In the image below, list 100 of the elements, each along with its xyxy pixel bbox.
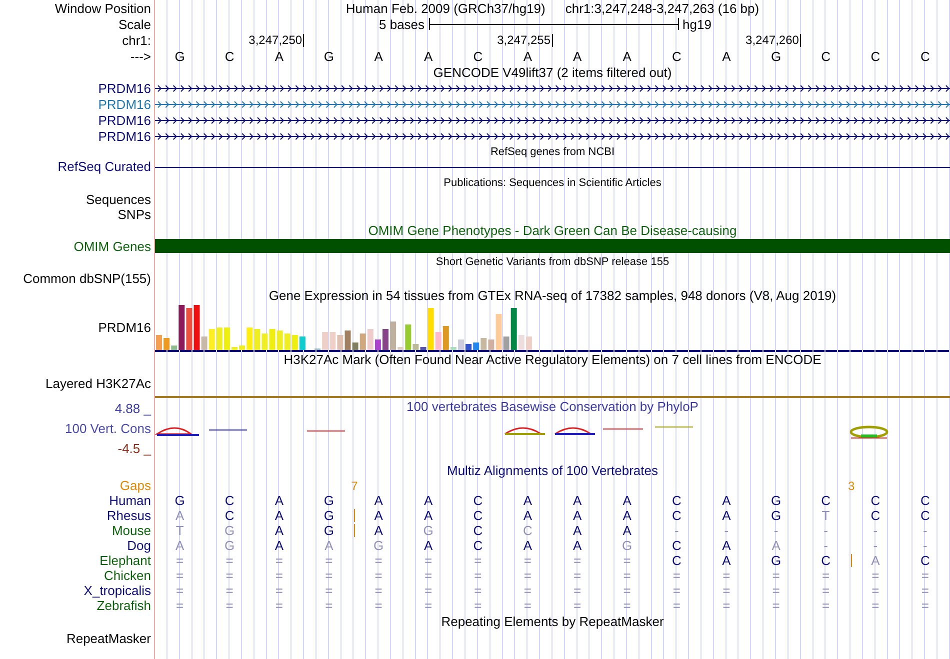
base-letter: = [374, 583, 382, 598]
base-letter: = [623, 583, 631, 598]
species-label: Mouse [112, 523, 151, 538]
base-letter: A [722, 553, 731, 568]
base-letter: = [822, 598, 830, 613]
species-label: Elephant [100, 553, 151, 568]
base-letter: G [423, 523, 434, 538]
base-letter: = [176, 583, 184, 598]
base-letter: A [274, 48, 284, 64]
track-label: Layered H3K27Ac [45, 376, 151, 390]
base-letter: = [524, 553, 532, 568]
base-letter: = [921, 568, 929, 583]
ruler-tick: 3,247,255 [497, 34, 552, 46]
gene-label[interactable]: PRDM16 [98, 128, 151, 144]
species-label: Zebrafish [96, 598, 151, 613]
base-letter: = [275, 598, 284, 613]
track-title: Gene Expression in 54 tissues from GTEx RNA-seq of 17382 samples, 948 donors (V8, Aug 2019) [268, 288, 836, 302]
base-letter: A [274, 493, 284, 508]
base-letter: = [176, 553, 184, 568]
base-letter: = [474, 598, 482, 613]
base-letter: A [374, 523, 383, 538]
track-label: 100 Vert. Cons [65, 421, 151, 436]
base-letter: G [324, 48, 334, 64]
base-letter: C [920, 493, 930, 508]
base-letter: = [672, 598, 681, 613]
species-label: Dog [127, 538, 151, 553]
base-letter: C [672, 553, 682, 568]
base-letter: = [176, 568, 184, 583]
base-letter: A [523, 508, 532, 523]
base-letter: = [226, 583, 234, 598]
base-letter: = [872, 568, 880, 583]
base-letter: A [324, 538, 334, 553]
base-letter: = [822, 583, 830, 598]
base-letter: A [424, 493, 433, 508]
base-letter: C [920, 48, 930, 64]
track-title: GENCODE V49lift37 (2 items filtered out) [433, 64, 672, 80]
base-letter: C [224, 48, 234, 64]
base-letter: = [424, 598, 432, 613]
base-letter: C [224, 493, 234, 508]
base-letter: A [622, 493, 632, 508]
base-letter: C [473, 493, 483, 508]
base-letter: = [474, 583, 482, 598]
gene-label[interactable]: PRDM16 [98, 112, 151, 128]
base-letter: A [722, 538, 731, 553]
base-letter: A [523, 48, 532, 64]
base-letter: C [473, 523, 483, 538]
base-letter: G [324, 493, 334, 508]
track-title: RefSeq genes from NCBI [490, 146, 615, 158]
track-title: Short Genetic Variants from dbSNP release 155 [436, 256, 670, 268]
gene-label[interactable]: PRDM16 [98, 80, 151, 96]
track-label: Scale [118, 16, 151, 32]
base-letter: A [573, 538, 582, 553]
base-letter: = [722, 568, 730, 583]
track-label: RefSeq Curated [58, 159, 151, 174]
track-label: RepeatMasker [66, 630, 151, 646]
base-letter: = [226, 598, 234, 613]
base-letter: G [374, 538, 384, 553]
assembly-title: Human Feb. 2009 (GRCh37/hg19) [346, 0, 546, 16]
base-letter: = [275, 553, 284, 568]
base-letter: C [870, 508, 880, 523]
base-letter: C [473, 508, 483, 523]
track-label: ---> [130, 48, 151, 64]
base-letter: C [473, 538, 483, 553]
base-letter: G [771, 48, 782, 64]
base-letter: A [622, 523, 632, 538]
base-letter: = [424, 568, 432, 583]
base-letter: C [522, 523, 532, 538]
track-label: SNPs [118, 207, 151, 222]
track-title: Publications: Sequences in Scientific Articles [444, 176, 662, 188]
base-letter: - [774, 523, 778, 538]
base-letter: G [771, 553, 782, 568]
base-letter: = [374, 553, 382, 568]
species-label: X_tropicalis [84, 583, 151, 598]
base-letter: C [870, 493, 880, 508]
base-letter: C [821, 493, 830, 508]
base-letter: = [921, 583, 929, 598]
base-letter: - [873, 538, 878, 553]
base-letter: - [824, 523, 828, 538]
base-letter: - [922, 538, 928, 553]
axis-label: 4.88 _ [114, 401, 151, 416]
base-letter: C [821, 48, 830, 64]
base-letter: = [524, 568, 532, 583]
base-letter: = [574, 598, 582, 613]
track-label: OMIM Genes [74, 239, 151, 254]
base-letter: C [224, 508, 234, 523]
track-label: PRDM16 [98, 320, 151, 335]
base-letter: = [574, 553, 582, 568]
base-letter: = [226, 553, 234, 568]
base-letter: = [325, 553, 333, 568]
base-letter: = [623, 553, 631, 568]
base-letter: A [424, 538, 433, 553]
base-letter: = [921, 598, 929, 613]
base-letter: C [672, 508, 682, 523]
gene-label[interactable]: PRDM16 [98, 96, 151, 112]
base-letter: G [622, 538, 632, 553]
base-letter: = [574, 568, 582, 583]
base-letter: = [374, 568, 382, 583]
base-letter: A [374, 48, 383, 64]
axis-label: -4.5 _ [118, 441, 151, 456]
ruler-tick: 3,247,260 [746, 34, 801, 46]
